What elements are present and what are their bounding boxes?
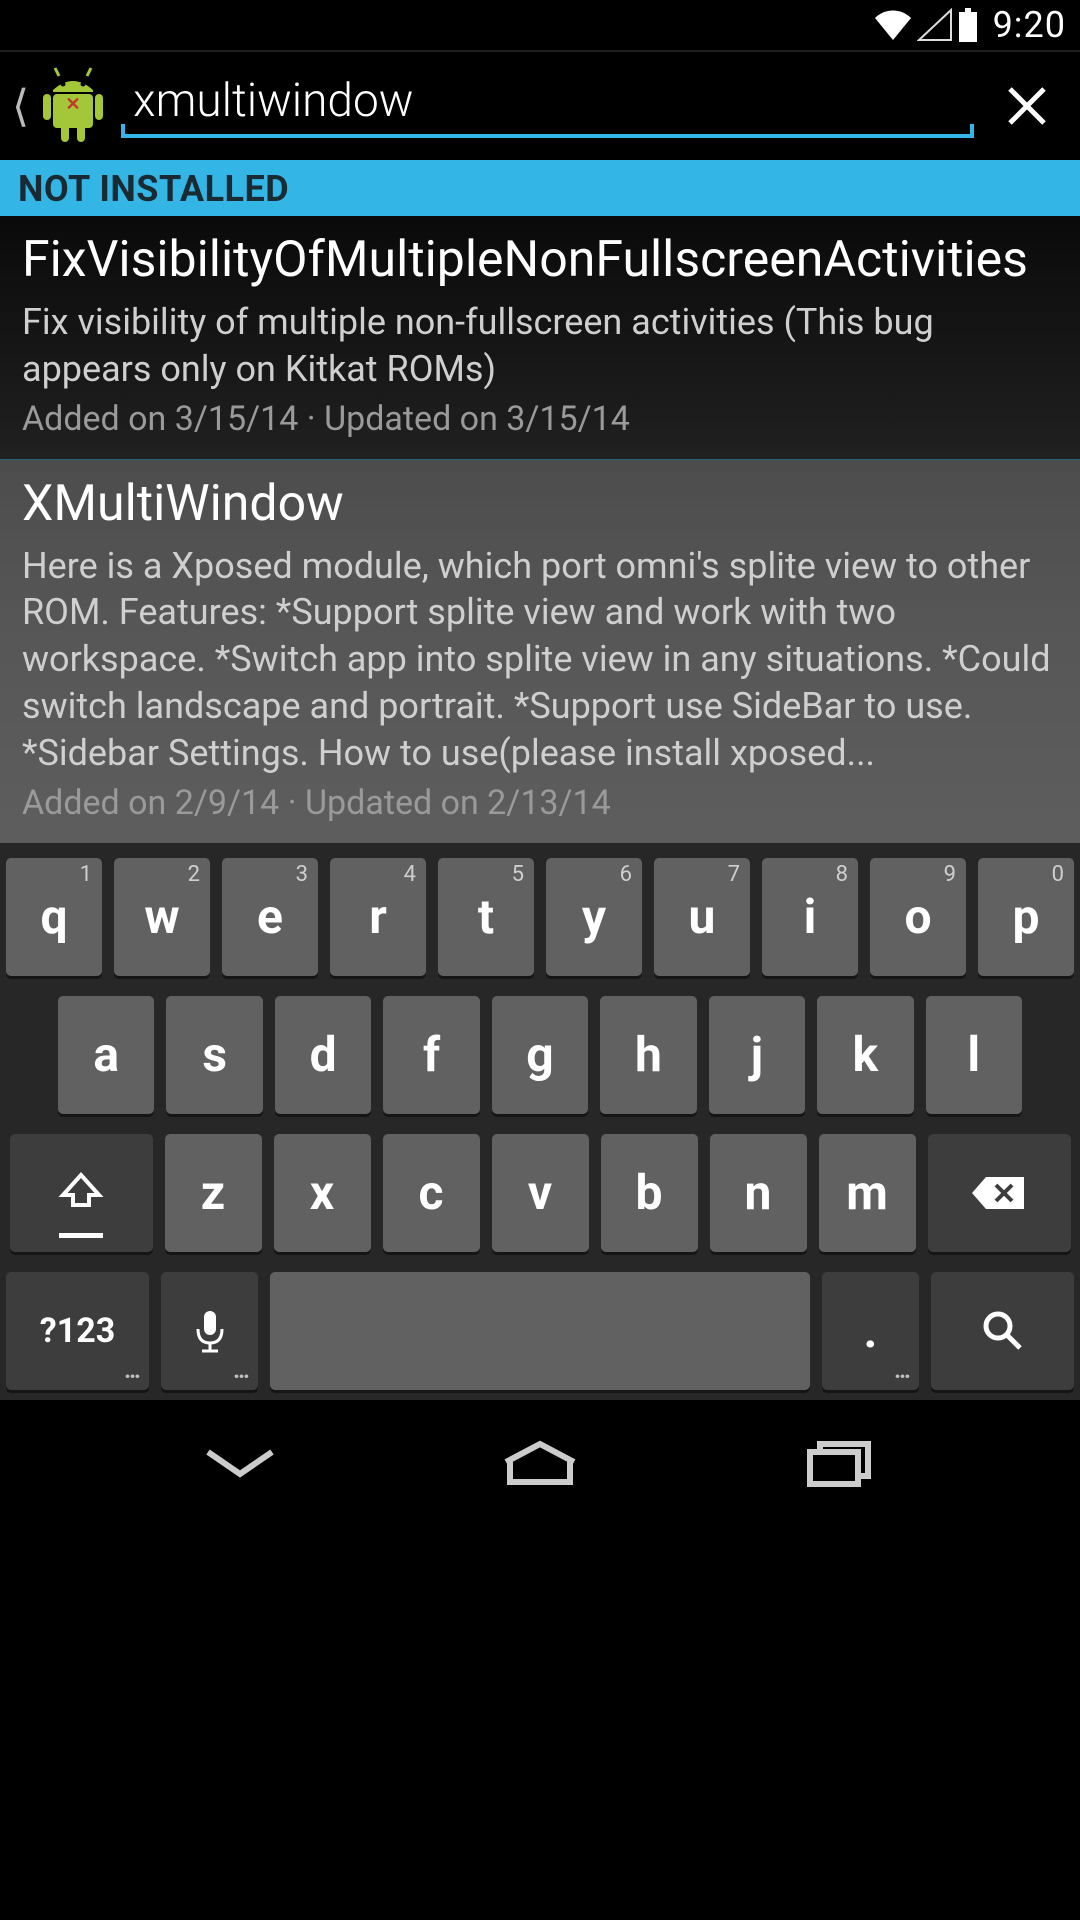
- key-backspace[interactable]: [928, 1134, 1071, 1252]
- key-g[interactable]: g: [492, 996, 588, 1114]
- key-k[interactable]: k: [817, 996, 913, 1114]
- key-y[interactable]: y6: [546, 858, 642, 976]
- key-p[interactable]: p0: [978, 858, 1074, 976]
- status-time: 9:20: [993, 4, 1066, 46]
- status-icons: [873, 8, 979, 42]
- key-f[interactable]: f: [383, 996, 479, 1114]
- key-s[interactable]: s: [166, 996, 262, 1114]
- key-space[interactable]: [270, 1272, 810, 1390]
- key-period[interactable]: . ...: [822, 1272, 919, 1390]
- wifi-icon: [873, 8, 913, 42]
- keyboard-row-2: a s d f g h j k l: [6, 996, 1074, 1114]
- clear-search-button[interactable]: [982, 61, 1072, 151]
- microphone-icon: [194, 1307, 226, 1355]
- nav-back-button[interactable]: [180, 1424, 300, 1504]
- key-z[interactable]: z: [165, 1134, 262, 1252]
- search-action-bar: ⟨ ✕: [0, 52, 1080, 164]
- key-o[interactable]: o9: [870, 858, 966, 976]
- key-e[interactable]: e3: [222, 858, 318, 976]
- key-j[interactable]: j: [709, 996, 805, 1114]
- key-search[interactable]: [931, 1272, 1074, 1390]
- search-underline: [121, 134, 974, 138]
- battery-icon: [957, 8, 979, 42]
- key-b[interactable]: b: [601, 1134, 698, 1252]
- recents-icon: [804, 1438, 876, 1490]
- results-list: FixVisibilityOfMultipleNonFullscreenActi…: [0, 216, 1080, 844]
- keyboard-row-4: ?123 ... ... . ...: [6, 1272, 1074, 1390]
- key-i[interactable]: i8: [762, 858, 858, 976]
- result-title: XMultiWindow: [22, 474, 1060, 535]
- close-icon: [1004, 83, 1050, 129]
- ellipsis-icon: ...: [894, 1356, 909, 1384]
- navigation-bar: [0, 1400, 1080, 1528]
- result-meta: Added on 2/9/14 · Updated on 2/13/14: [22, 783, 1060, 823]
- key-n[interactable]: n: [710, 1134, 807, 1252]
- key-x[interactable]: x: [274, 1134, 371, 1252]
- key-shift[interactable]: [10, 1134, 153, 1252]
- key-q[interactable]: q1: [6, 858, 102, 976]
- keyboard-row-3: z x c v b n m: [6, 1134, 1074, 1252]
- key-d[interactable]: d: [275, 996, 371, 1114]
- search-icon: [980, 1308, 1026, 1354]
- home-icon: [500, 1440, 580, 1488]
- result-title: FixVisibilityOfMultipleNonFullscreenActi…: [22, 230, 1060, 291]
- search-field[interactable]: [121, 66, 974, 146]
- key-a[interactable]: a: [58, 996, 154, 1114]
- nav-recents-button[interactable]: [780, 1424, 900, 1504]
- result-meta: Added on 3/15/14 · Updated on 3/15/14: [22, 399, 1060, 439]
- result-description: Fix visibility of multiple non-fullscree…: [22, 299, 1060, 393]
- keyboard-row-1: q1 w2 e3 r4 t5 y6 u7 i8 o9 p0: [6, 858, 1074, 976]
- result-item[interactable]: FixVisibilityOfMultipleNonFullscreenActi…: [0, 216, 1080, 460]
- status-bar: 9:20: [0, 0, 1080, 50]
- result-description: Here is a Xposed module, which port omni…: [22, 543, 1060, 777]
- key-u[interactable]: u7: [654, 858, 750, 976]
- backspace-icon: [970, 1173, 1028, 1213]
- key-c[interactable]: c: [383, 1134, 480, 1252]
- soft-keyboard: q1 w2 e3 r4 t5 y6 u7 i8 o9 p0 a s d f g …: [0, 844, 1080, 1400]
- key-symbols-label: ?123: [40, 1311, 115, 1351]
- shift-icon: [57, 1169, 105, 1217]
- svg-text:✕: ✕: [66, 94, 81, 115]
- key-w[interactable]: w2: [114, 858, 210, 976]
- result-item[interactable]: XMultiWindow Here is a Xposed module, wh…: [0, 460, 1080, 844]
- ellipsis-icon: ...: [124, 1356, 139, 1384]
- shift-underline: [59, 1233, 103, 1238]
- back-chevron-icon[interactable]: ⟨: [6, 84, 31, 128]
- key-h[interactable]: h: [600, 996, 696, 1114]
- key-t[interactable]: t5: [438, 858, 534, 976]
- key-l[interactable]: l: [926, 996, 1022, 1114]
- key-m[interactable]: m: [819, 1134, 916, 1252]
- nav-home-button[interactable]: [480, 1424, 600, 1504]
- key-voice[interactable]: ...: [161, 1272, 258, 1390]
- key-r[interactable]: r4: [330, 858, 426, 976]
- signal-icon: [917, 8, 953, 42]
- chevron-down-icon: [200, 1444, 280, 1484]
- app-icon[interactable]: ✕: [39, 66, 107, 146]
- section-header-not-installed: NOT INSTALLED: [0, 164, 1080, 216]
- key-symbols[interactable]: ?123 ...: [6, 1272, 149, 1390]
- key-v[interactable]: v: [492, 1134, 589, 1252]
- key-period-label: .: [864, 1302, 878, 1359]
- ellipsis-icon: ...: [233, 1356, 248, 1384]
